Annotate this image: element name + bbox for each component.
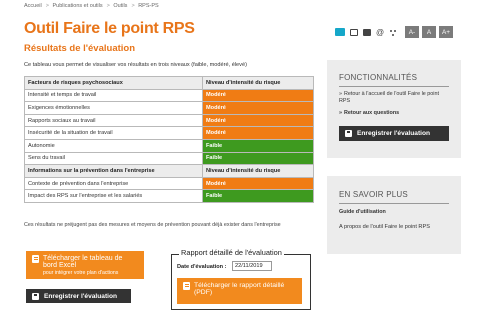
page-title: Outil Faire le point RPS — [24, 20, 195, 37]
table-row: Rapports sociaux au travail Modéré — [24, 113, 314, 128]
download-excel-label: Télécharger le tableau de bord Excel pou… — [43, 255, 138, 276]
back-to-tool-label: Retour à l'accueil de l'outil Faire le p… — [339, 91, 439, 104]
download-pdf-label: Télécharger le rapport détaillé (PDF) — [194, 282, 285, 297]
risk-level-badge: Modéré — [202, 88, 314, 103]
results-footnote: Ces résultats ne préjugent pas des mesur… — [24, 222, 281, 228]
risk-level-badge: Faible — [202, 189, 314, 203]
breadcrumb-item-outils[interactable]: Outils — [113, 3, 127, 9]
floppy-disk-icon — [32, 292, 39, 300]
breadcrumb-item-current: RPS-PS — [138, 3, 159, 9]
table-header-row: Informations sur la prévention dans l'en… — [24, 164, 314, 178]
sidebar-save-label: Enregistrer l'évaluation — [357, 130, 431, 137]
column-header-factor: Facteurs de risques psychosociaux — [24, 76, 203, 90]
risk-level-badge: Modéré — [202, 126, 314, 140]
risk-factor-cell: Contexte de prévention dans l'entreprise — [24, 176, 203, 191]
user-guide-link[interactable]: Guide d'utilisation — [339, 209, 386, 215]
back-to-questions-label: Retour aux questions — [344, 110, 400, 116]
column-header-prevention: Informations sur la prévention dans l'en… — [24, 164, 203, 178]
download-excel-button[interactable]: Télécharger le tableau de bord Excel pou… — [26, 251, 144, 279]
breadcrumb-separator: > — [131, 3, 135, 9]
learn-more-panel: EN SAVOIR PLUS Guide d'utilisation A pro… — [327, 176, 461, 254]
divider — [339, 203, 449, 204]
report-title: Rapport détaillé de l'évaluation — [179, 248, 284, 257]
table-row: Insécurité de la situation de travail Mod… — [24, 126, 314, 140]
document-icon — [32, 255, 39, 263]
save-evaluation-label: Enregistrer l'évaluation — [44, 292, 118, 300]
table-row: Autonomie Faible — [24, 138, 314, 153]
risk-factor-cell: Rapports sociaux au travail — [24, 113, 203, 128]
share-icon[interactable] — [335, 28, 345, 36]
risk-level-badge: Faible — [202, 138, 314, 153]
back-to-questions-link[interactable]: » Retour aux questions — [339, 110, 451, 117]
sidebar-save-button[interactable]: Enregistrer l'évaluation — [339, 126, 449, 141]
evaluation-date-field[interactable]: 22/11/2019 — [232, 261, 272, 271]
risk-level-badge: Modéré — [202, 176, 314, 191]
share-dots-icon[interactable] — [389, 29, 397, 36]
risk-level-badge: Faible — [202, 151, 314, 166]
divider — [339, 86, 449, 87]
arrow-icon: » — [339, 110, 342, 116]
at-icon[interactable]: @ — [376, 28, 384, 36]
results-table: Facteurs de risques psychosociaux Niveau… — [24, 76, 314, 203]
section-title: Résultats de l'évaluation — [24, 43, 136, 54]
table-header-row: Facteurs de risques psychosociaux Niveau… — [24, 76, 314, 90]
document-icon — [183, 282, 190, 290]
column-header-level: Niveau d'intensité du risque — [202, 164, 314, 178]
about-tool-link[interactable]: A propos de l'outil Faire le point RPS — [339, 224, 430, 230]
breadcrumb-separator: > — [45, 3, 49, 9]
download-excel-title: Télécharger le tableau de bord Excel — [43, 255, 123, 270]
evaluation-date-label: Date d'évaluation : — [177, 264, 227, 270]
column-header-level: Niveau d'intensité du risque — [202, 76, 314, 90]
breadcrumb-item-accueil[interactable]: Accueil — [24, 3, 42, 9]
risk-factor-cell: Intensité et temps de travail — [24, 88, 203, 103]
save-evaluation-button[interactable]: Enregistrer l'évaluation — [26, 289, 131, 303]
intro-text: Ce tableau vous permet de visualiser vos… — [24, 62, 247, 68]
table-row: Impact des RPS sur l'entreprise et les s… — [24, 189, 314, 203]
back-to-tool-link[interactable]: » Retour à l'accueil de l'outil Faire le … — [339, 91, 451, 105]
risk-level-badge: Modéré — [202, 113, 314, 128]
risk-level-badge: Modéré — [202, 101, 314, 115]
page-toolbar: @ A- A A+ — [335, 26, 453, 38]
font-reset-button[interactable]: A — [422, 26, 436, 38]
features-title: FONCTIONNALITÉS — [339, 73, 418, 82]
font-increase-button[interactable]: A+ — [439, 26, 453, 38]
breadcrumb-item-publications[interactable]: Publications et outils — [52, 3, 102, 9]
table-row: Contexte de prévention dans l'entreprise… — [24, 176, 314, 191]
features-panel: FONCTIONNALITÉS » Retour à l'accueil de l… — [327, 60, 461, 158]
mail-icon[interactable] — [350, 28, 358, 36]
download-pdf-button[interactable]: Télécharger le rapport détaillé (PDF) — [177, 278, 302, 304]
download-excel-subtitle: pour intégrer votre plan d'actions — [43, 269, 119, 276]
risk-factor-cell: Insécurité de la situation de travail — [24, 126, 203, 140]
floppy-disk-icon — [345, 130, 352, 137]
table-row: Intensité et temps de travail Modéré — [24, 88, 314, 103]
risk-factor-cell: Exigences émotionnelles — [24, 101, 203, 115]
risk-factor-cell: Autonomie — [24, 138, 203, 153]
table-row: Sens du travail Faible — [24, 151, 314, 166]
print-icon[interactable] — [363, 28, 371, 36]
breadcrumb-separator: > — [106, 3, 110, 9]
learn-more-title: EN SAVOIR PLUS — [339, 190, 408, 199]
font-decrease-button[interactable]: A- — [405, 26, 419, 38]
risk-factor-cell: Impact des RPS sur l'entreprise et les s… — [24, 189, 203, 203]
risk-factor-cell: Sens du travail — [24, 151, 203, 166]
breadcrumb: Accueil > Publications et outils > Outils >… — [24, 3, 161, 9]
table-row: Exigences émotionnelles Modéré — [24, 101, 314, 115]
arrow-icon: » — [339, 91, 342, 97]
